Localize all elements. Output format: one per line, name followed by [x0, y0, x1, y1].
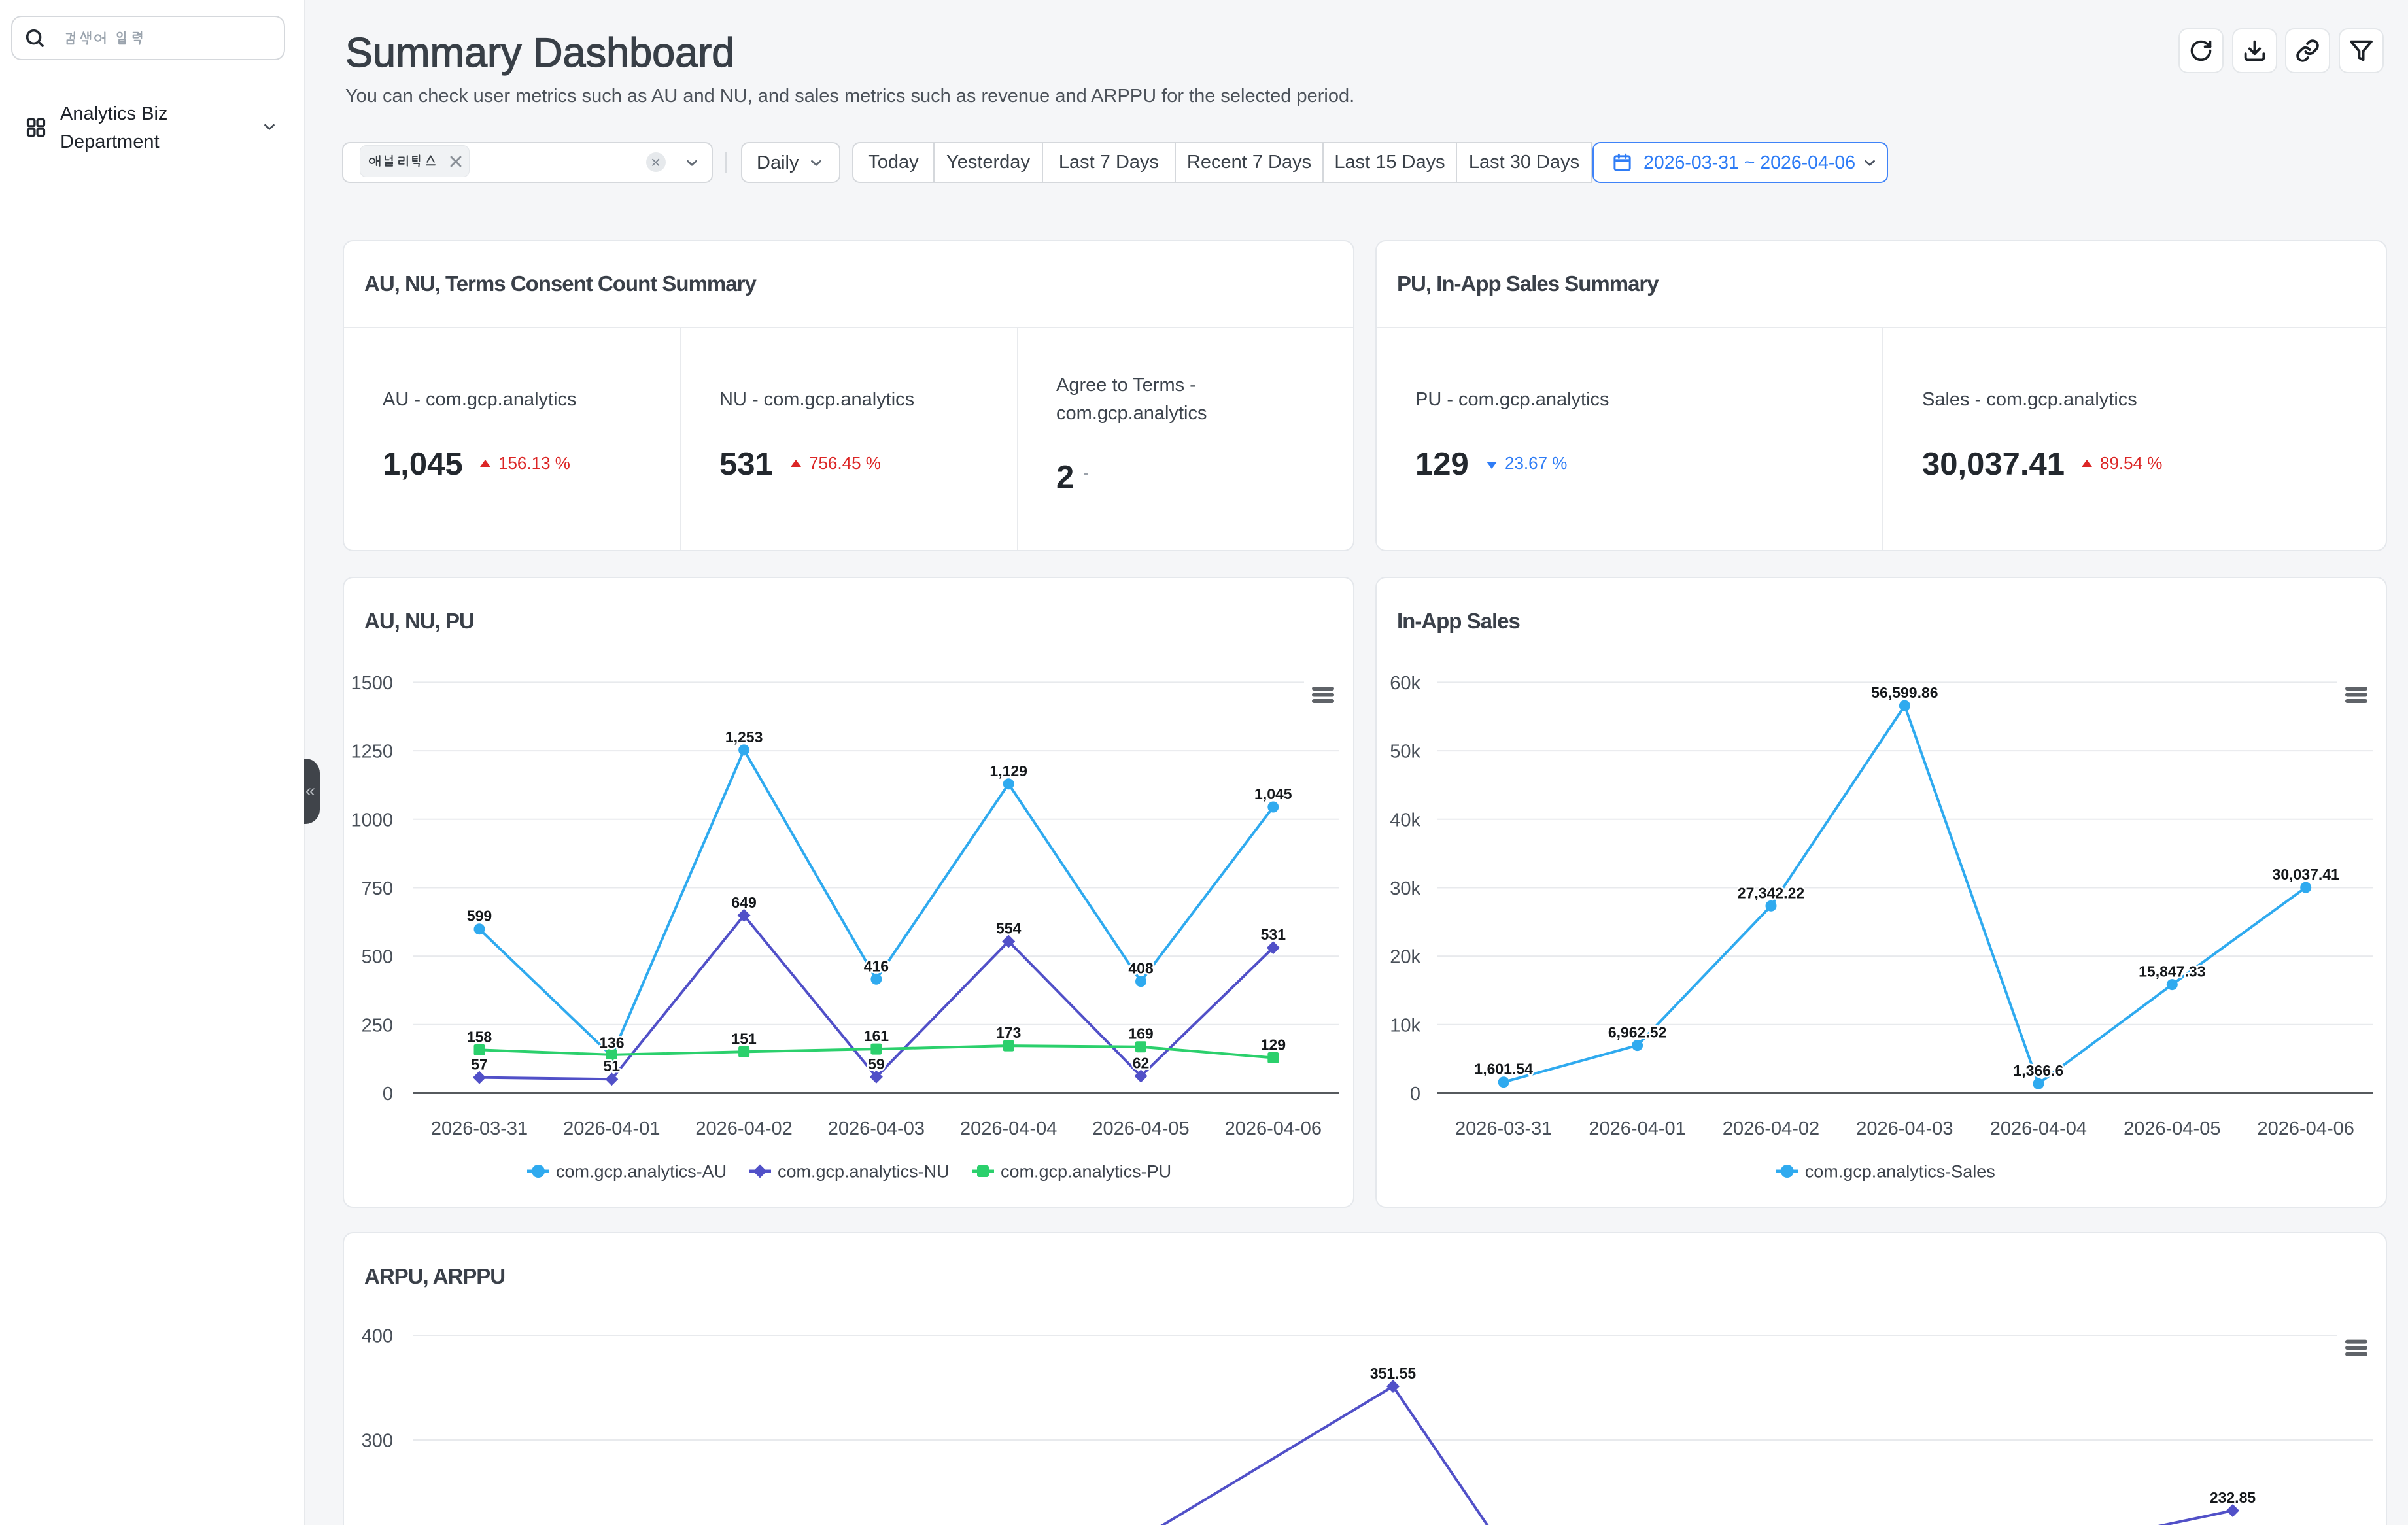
svg-text:500: 500 [362, 947, 393, 968]
svg-text:2026-04-03: 2026-04-03 [1856, 1118, 1953, 1139]
svg-text:416: 416 [864, 957, 889, 974]
svg-text:750: 750 [362, 878, 393, 899]
svg-text:2026-04-06: 2026-04-06 [2258, 1118, 2354, 1139]
svg-text:400: 400 [362, 1326, 393, 1347]
svg-text:56,599.86: 56,599.86 [1871, 684, 1938, 701]
svg-text:300: 300 [362, 1431, 393, 1452]
svg-text:2026-04-05: 2026-04-05 [1092, 1118, 1189, 1139]
svg-text:1,366.6: 1,366.6 [2014, 1062, 2064, 1079]
svg-text:1,129: 1,129 [989, 762, 1027, 780]
svg-text:2026-04-01: 2026-04-01 [1589, 1118, 1685, 1139]
svg-text:20k: 20k [1390, 947, 1420, 968]
svg-text:59: 59 [868, 1055, 885, 1072]
svg-text:30k: 30k [1390, 878, 1420, 899]
svg-text:1,253: 1,253 [725, 728, 763, 745]
svg-text:169: 169 [1128, 1025, 1153, 1042]
svg-text:649: 649 [731, 894, 756, 911]
svg-text:173: 173 [996, 1024, 1021, 1041]
svg-text:2026-04-06: 2026-04-06 [1225, 1118, 1322, 1139]
svg-text:129: 129 [1261, 1037, 1286, 1054]
svg-text:com.gcp.analytics-NU: com.gcp.analytics-NU [778, 1162, 950, 1182]
svg-text:15,847.33: 15,847.33 [2139, 963, 2205, 980]
svg-text:2026-04-01: 2026-04-01 [563, 1118, 660, 1139]
svg-text:6,962.52: 6,962.52 [1608, 1024, 1667, 1041]
svg-text:158: 158 [467, 1028, 492, 1045]
svg-text:408: 408 [1128, 960, 1154, 977]
svg-text:com.gcp.analytics-PU: com.gcp.analytics-PU [1001, 1162, 1171, 1182]
svg-text:62: 62 [1133, 1055, 1150, 1072]
svg-text:50k: 50k [1390, 742, 1420, 762]
svg-text:531: 531 [1261, 926, 1286, 943]
svg-text:40k: 40k [1390, 810, 1420, 831]
svg-text:0: 0 [1410, 1084, 1420, 1105]
svg-text:30,037.41: 30,037.41 [2273, 866, 2340, 883]
svg-text:2026-04-02: 2026-04-02 [1723, 1118, 1819, 1139]
svg-text:27,342.22: 27,342.22 [1738, 884, 1804, 901]
svg-text:com.gcp.analytics-Sales: com.gcp.analytics-Sales [1805, 1162, 1995, 1182]
svg-text:151: 151 [731, 1030, 757, 1047]
svg-text:com.gcp.analytics-AU: com.gcp.analytics-AU [556, 1162, 727, 1182]
svg-text:1000: 1000 [351, 810, 393, 831]
svg-text:1500: 1500 [351, 673, 393, 694]
svg-text:250: 250 [362, 1015, 393, 1036]
svg-text:1,045: 1,045 [1254, 785, 1292, 802]
svg-text:351.55: 351.55 [1370, 1365, 1417, 1382]
svg-text:0: 0 [383, 1084, 393, 1105]
svg-text:51: 51 [604, 1057, 621, 1074]
svg-text:554: 554 [996, 920, 1022, 937]
svg-text:161: 161 [864, 1027, 889, 1044]
svg-text:60k: 60k [1390, 673, 1420, 694]
svg-text:2026-04-04: 2026-04-04 [1990, 1118, 2087, 1139]
svg-text:2026-04-02: 2026-04-02 [695, 1118, 792, 1139]
svg-text:2026-04-04: 2026-04-04 [960, 1118, 1057, 1139]
svg-text:1250: 1250 [351, 742, 393, 762]
svg-text:2026-04-05: 2026-04-05 [2124, 1118, 2220, 1139]
svg-text:599: 599 [467, 908, 492, 925]
svg-text:1,601.54: 1,601.54 [1474, 1061, 1533, 1078]
svg-text:232.85: 232.85 [2210, 1489, 2256, 1506]
svg-text:2026-03-31: 2026-03-31 [431, 1118, 528, 1139]
svg-text:136: 136 [599, 1035, 624, 1052]
svg-text:10k: 10k [1390, 1015, 1420, 1036]
svg-text:2026-04-03: 2026-04-03 [828, 1118, 925, 1139]
svg-text:2026-03-31: 2026-03-31 [1455, 1118, 1552, 1139]
svg-text:57: 57 [471, 1056, 488, 1073]
